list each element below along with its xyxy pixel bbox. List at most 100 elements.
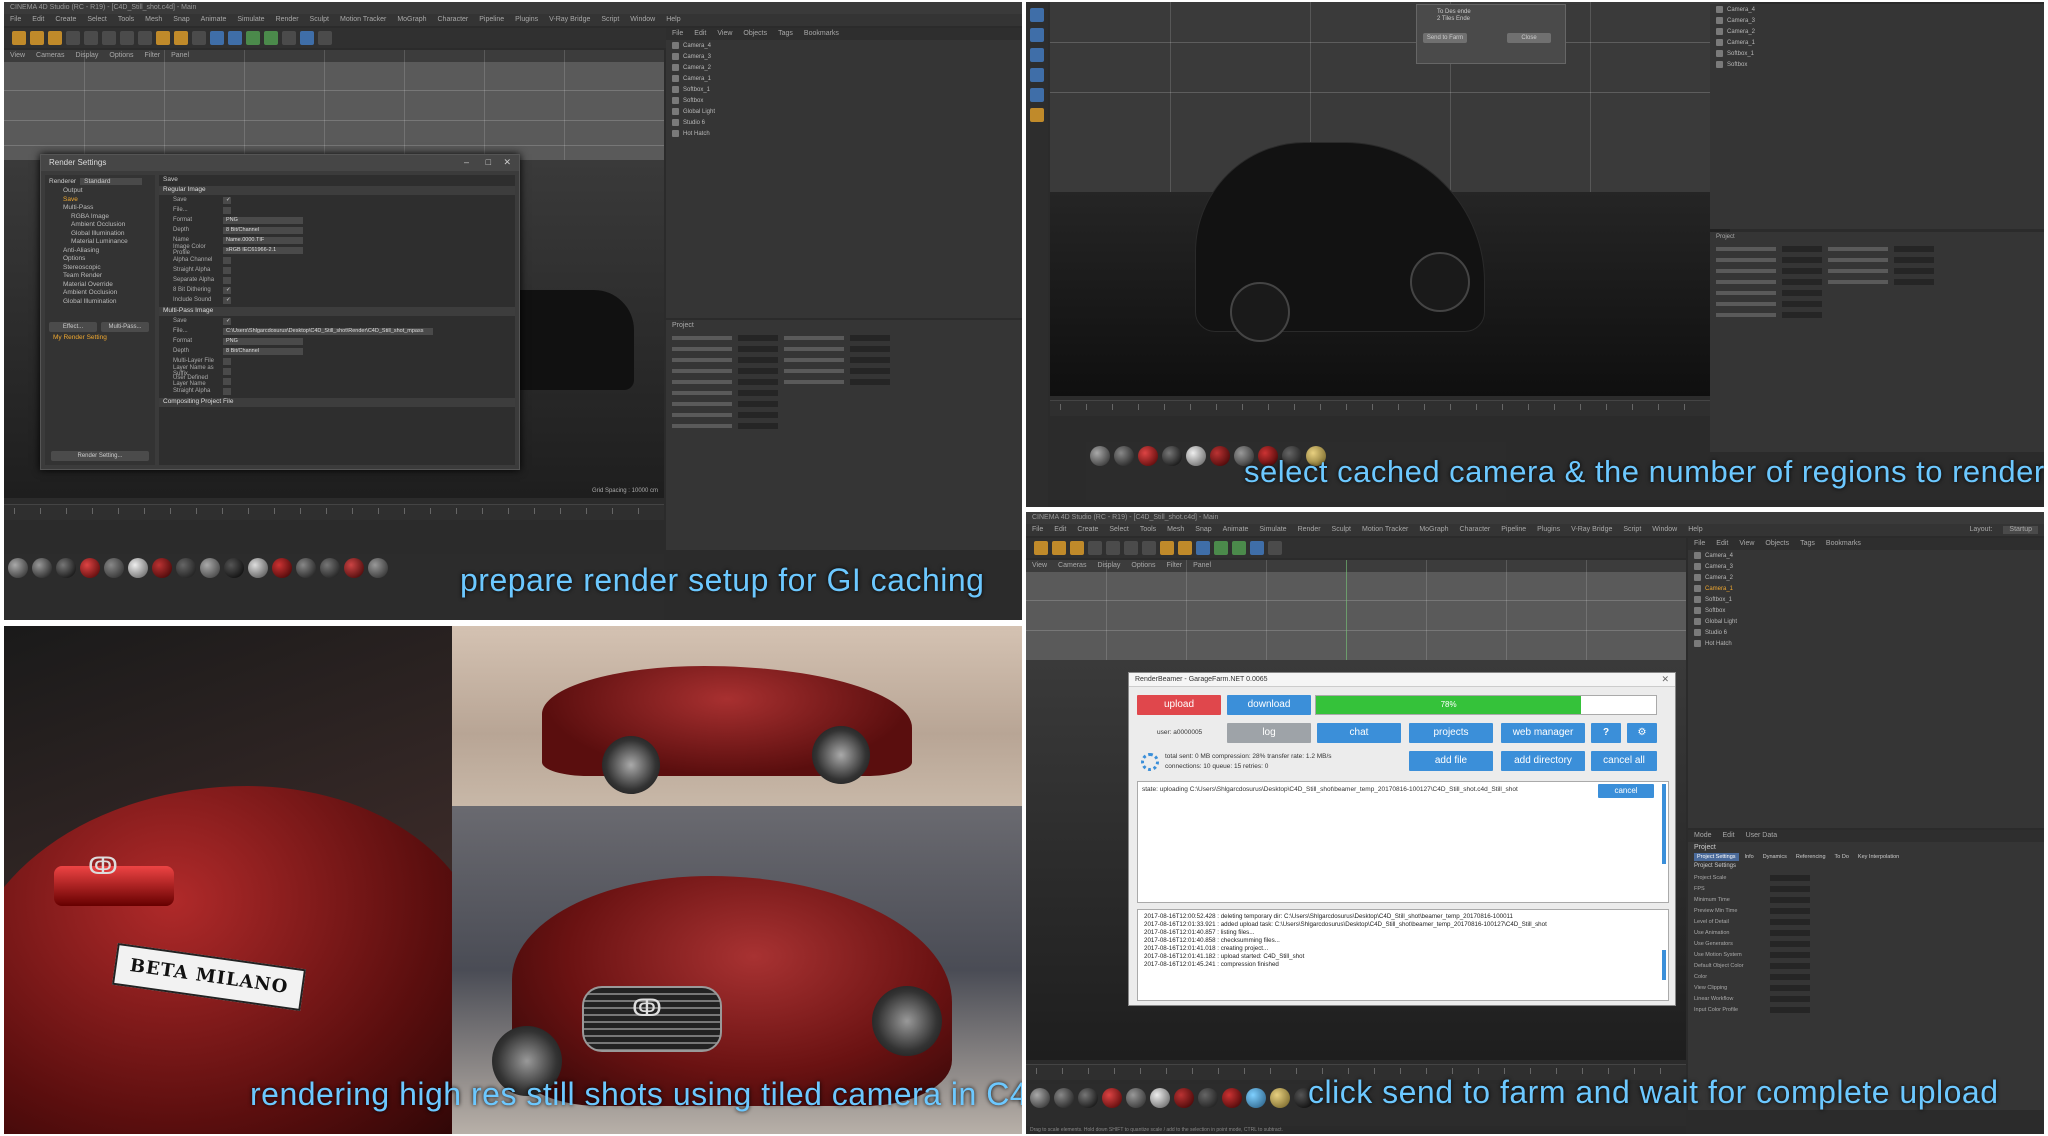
material-swatch[interactable] — [8, 558, 28, 578]
object-row[interactable]: Softbox_1 — [666, 84, 1022, 95]
spline-icon[interactable] — [228, 31, 242, 45]
rs-setting-value[interactable]: ✓ — [223, 286, 231, 294]
material-swatch[interactable] — [1174, 1088, 1194, 1108]
material-swatch[interactable] — [1210, 446, 1230, 466]
menu-plugins[interactable]: Plugins — [1537, 526, 1560, 534]
om-menu-edit[interactable]: Edit — [1716, 540, 1728, 548]
generator-icon[interactable] — [246, 31, 260, 45]
material-swatch[interactable] — [1054, 1088, 1074, 1108]
tab-to-do[interactable]: To Do — [1832, 853, 1852, 861]
menu-edit[interactable]: Edit — [32, 16, 44, 24]
menu-window[interactable]: Window — [1652, 526, 1677, 534]
object-row[interactable]: Softbox — [1688, 605, 2044, 616]
object-row[interactable]: Camera_4 — [666, 40, 1022, 51]
rs-setting-value[interactable] — [223, 357, 231, 365]
rs-setting-value[interactable]: 8 Bit/Channel — [223, 347, 303, 355]
layout-select[interactable]: Startup — [2003, 526, 2038, 534]
material-swatch[interactable] — [80, 558, 100, 578]
viewport-menu-filter[interactable]: Filter — [1167, 562, 1183, 570]
viewport-menu-options[interactable]: Options — [1131, 562, 1155, 570]
x-axis-icon[interactable] — [84, 31, 98, 45]
object-row[interactable]: Camera_1 — [1688, 583, 2044, 594]
material-swatch[interactable] — [1114, 446, 1134, 466]
object-row[interactable]: Camera_3 — [1710, 15, 2044, 26]
om-menu-objects[interactable]: Objects — [1765, 540, 1789, 548]
om-menu-bookmarks[interactable]: Bookmarks — [1826, 540, 1861, 548]
rs-tree-item[interactable]: Options — [45, 255, 155, 264]
material-swatch[interactable] — [176, 558, 196, 578]
download-button[interactable]: download — [1227, 695, 1311, 715]
viewport-menu-cameras[interactable]: Cameras — [36, 52, 64, 60]
rs-setting-value[interactable] — [223, 266, 231, 274]
light-icon[interactable] — [1268, 541, 1282, 555]
viewport-menu-display[interactable]: Display — [1097, 562, 1120, 570]
attr-field-input[interactable] — [1770, 973, 1810, 980]
camera-icon[interactable] — [1030, 8, 1044, 22]
menu-simulate[interactable]: Simulate — [1259, 526, 1286, 534]
material-swatch[interactable] — [128, 558, 148, 578]
attr-field-input[interactable] — [1770, 896, 1810, 903]
viewport-menu-cameras[interactable]: Cameras — [1058, 562, 1086, 570]
menu-motion-tracker[interactable]: Motion Tracker — [340, 16, 386, 24]
viewport-menu-view[interactable]: View — [10, 52, 25, 60]
om-menu-tags[interactable]: Tags — [778, 30, 793, 38]
rs-setting-value[interactable]: sRGB IEC61966-2.1 — [223, 246, 303, 254]
move-icon[interactable] — [1052, 541, 1066, 555]
menu-file[interactable]: File — [1032, 526, 1043, 534]
attr-field-input[interactable] — [1770, 962, 1810, 969]
log-button[interactable]: log — [1227, 723, 1311, 743]
workplane-icon[interactable] — [1030, 108, 1044, 122]
projects-button[interactable]: projects — [1409, 723, 1493, 743]
rs-tree-item[interactable]: Output — [45, 187, 155, 196]
rs-tree-item[interactable]: Anti-Aliasing — [45, 247, 155, 256]
material-swatch[interactable] — [1078, 1088, 1098, 1108]
menu-tools[interactable]: Tools — [118, 16, 134, 24]
multipass-button[interactable]: Multi-Pass... — [101, 322, 149, 332]
rs-tree-item[interactable]: Multi-Pass — [45, 204, 155, 213]
x-axis-icon[interactable] — [1106, 541, 1120, 555]
rs-tree-item[interactable]: Save — [45, 196, 155, 205]
attr-field-input[interactable] — [1770, 1006, 1810, 1013]
menu-vray-bridge[interactable]: V-Ray Bridge — [1571, 526, 1612, 534]
rs-tree-item[interactable]: Ambient Occlusion — [45, 289, 155, 298]
object-row[interactable]: Global Light — [666, 106, 1022, 117]
rs-tree-item[interactable]: Global Illumination — [45, 298, 155, 307]
rs-setting-value[interactable]: PNG — [223, 337, 303, 345]
viewport-menu-view[interactable]: View — [1032, 562, 1047, 570]
attr-menu-user-data[interactable]: User Data — [1746, 832, 1778, 840]
material-swatch[interactable] — [368, 558, 388, 578]
rotate-icon[interactable] — [1088, 541, 1102, 555]
point-icon[interactable] — [1030, 68, 1044, 82]
z-axis-icon[interactable] — [1142, 541, 1156, 555]
object-row[interactable]: Global Light — [1688, 616, 2044, 627]
rs-tree-item[interactable]: Global Illumination — [45, 230, 155, 239]
material-swatch[interactable] — [1186, 446, 1206, 466]
attr-menu-edit[interactable]: Edit — [1723, 832, 1735, 840]
render-settings-titlebar[interactable]: Render Settings – □ ✕ — [41, 155, 519, 171]
attr-field-input[interactable] — [1770, 929, 1810, 936]
menu-edit[interactable]: Edit — [1054, 526, 1066, 534]
rs-setting-value[interactable] — [223, 367, 231, 375]
rs-setting-value[interactable]: Name.0000.TIF — [223, 236, 303, 244]
texture-icon[interactable] — [1030, 88, 1044, 102]
om-menu-objects[interactable]: Objects — [743, 30, 767, 38]
material-swatch[interactable] — [1150, 1088, 1170, 1108]
menu-sculpt[interactable]: Sculpt — [1332, 526, 1351, 534]
menu-pipeline[interactable]: Pipeline — [479, 16, 504, 24]
material-swatch[interactable] — [320, 558, 340, 578]
cancel-all-button[interactable]: cancel all — [1591, 751, 1657, 771]
menu-animate[interactable]: Animate — [1223, 526, 1249, 534]
attr-field-input[interactable] — [1770, 907, 1810, 914]
object-row[interactable]: Camera_3 — [666, 51, 1022, 62]
menu-sculpt[interactable]: Sculpt — [310, 16, 329, 24]
camera-icon[interactable] — [1250, 541, 1264, 555]
add-directory-button[interactable]: add directory — [1501, 751, 1585, 771]
attr-field-input[interactable] — [1770, 995, 1810, 1002]
material-swatch[interactable] — [272, 558, 292, 578]
material-swatch[interactable] — [1090, 446, 1110, 466]
material-swatch[interactable] — [1138, 446, 1158, 466]
om-menu-bookmarks[interactable]: Bookmarks — [804, 30, 839, 38]
material-swatch[interactable] — [200, 558, 220, 578]
material-swatch[interactable] — [32, 558, 52, 578]
menu-snap[interactable]: Snap — [173, 16, 189, 24]
